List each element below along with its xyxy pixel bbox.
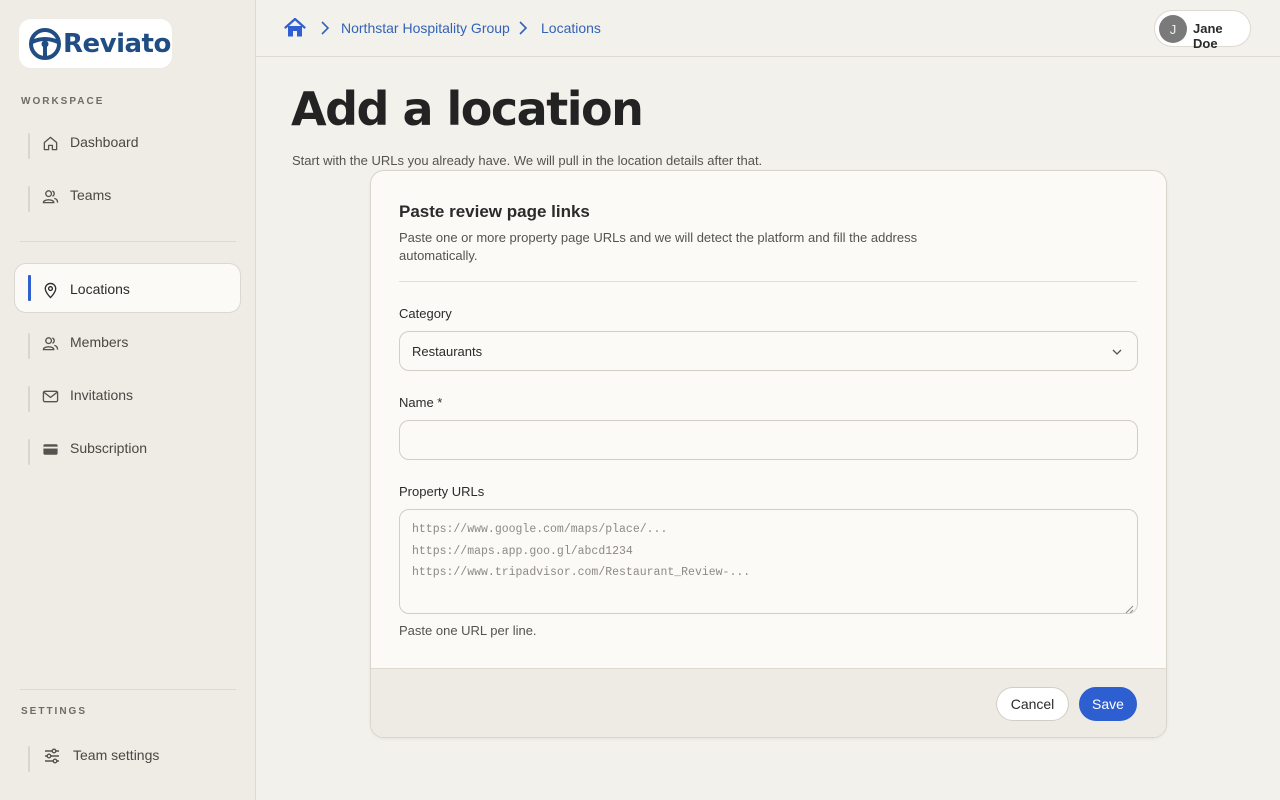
sidebar-item-subscription[interactable]: Subscription xyxy=(14,422,241,472)
sidebar-item-team-settings[interactable]: Team settings xyxy=(14,729,241,779)
nav-indicator xyxy=(28,333,30,359)
users-icon xyxy=(41,334,59,352)
sidebar-item-dashboard[interactable]: Dashboard xyxy=(14,116,241,166)
nav-indicator xyxy=(28,133,30,159)
category-value: Restaurants xyxy=(412,344,483,359)
sidebar-item-label: Dashboard xyxy=(70,134,139,150)
category-label: Category xyxy=(399,306,452,321)
chevron-right-icon xyxy=(318,20,332,36)
page-subtitle: Start with the URLs you already have. We… xyxy=(292,153,763,168)
nav-indicator xyxy=(28,439,30,465)
home-icon[interactable] xyxy=(284,17,306,39)
users-icon xyxy=(41,187,59,205)
sidebar-item-label: Subscription xyxy=(70,440,148,456)
sidebar-item-label: Members xyxy=(70,334,129,350)
name-input[interactable] xyxy=(399,420,1138,460)
credit-card-icon xyxy=(41,440,59,458)
avatar: J xyxy=(1159,15,1187,43)
sidebar-item-label: Invitations xyxy=(70,387,134,403)
brand-logo[interactable]: Reviato xyxy=(19,19,172,68)
category-select[interactable]: Restaurants xyxy=(399,331,1138,371)
brand-name: Reviato xyxy=(63,28,171,59)
sidebar-item-label: Teams xyxy=(70,187,112,203)
user-name: Jane Doe xyxy=(1193,21,1223,51)
user-menu[interactable]: J Jane Doe xyxy=(1154,10,1251,51)
property-urls-hint: Paste one URL per line. xyxy=(399,623,537,638)
placeholder-line: https://maps.app.goo.gl/abcd1234 xyxy=(412,544,633,558)
map-pin-icon xyxy=(41,281,59,299)
add-location-form: Paste review page links Paste one or mor… xyxy=(370,170,1167,738)
nav-indicator xyxy=(28,275,31,301)
page-title: Add a location xyxy=(291,82,644,136)
mail-icon xyxy=(41,387,59,405)
name-label: Name * xyxy=(399,395,443,410)
sidebar-item-invitations[interactable]: Invitations xyxy=(14,369,241,419)
nav-indicator xyxy=(28,746,30,772)
breadcrumb-organization[interactable]: Northstar Hospitality Group xyxy=(341,20,510,36)
save-button[interactable]: Save xyxy=(1079,687,1137,721)
home-icon xyxy=(41,134,59,152)
sidebar-divider xyxy=(20,241,236,242)
sidebar-divider xyxy=(20,689,236,690)
form-title: Paste review page links xyxy=(399,202,590,221)
property-urls-textarea[interactable]: https://www.google.com/maps/place/... ht… xyxy=(399,509,1138,614)
sidebar-item-locations[interactable]: Locations xyxy=(14,263,241,313)
sliders-icon xyxy=(43,747,61,765)
chevron-down-icon xyxy=(1111,345,1123,357)
settings-section-label: SETTINGS xyxy=(21,706,88,717)
property-urls-label: Property URLs xyxy=(399,484,485,499)
breadcrumb-locations[interactable]: Locations xyxy=(541,20,601,36)
top-bar: Northstar Hospitality Group Locations J … xyxy=(256,0,1280,57)
sidebar: Reviato WORKSPACE Dashboard Teams Locati… xyxy=(0,0,256,800)
sidebar-item-teams[interactable]: Teams xyxy=(14,169,241,219)
sidebar-item-label: Locations xyxy=(70,281,130,297)
nav-indicator xyxy=(28,186,30,212)
steering-wheel-icon xyxy=(29,27,61,60)
form-divider xyxy=(399,281,1137,282)
cancel-button[interactable]: Cancel xyxy=(996,687,1069,721)
sidebar-item-label: Team settings xyxy=(73,747,160,763)
form-footer: Cancel Save xyxy=(371,668,1166,737)
chevron-right-icon xyxy=(516,20,530,36)
sidebar-item-members[interactable]: Members xyxy=(14,316,241,366)
resize-handle-icon[interactable] xyxy=(1125,601,1134,614)
form-description: Paste one or more property page URLs and… xyxy=(399,230,918,263)
workspace-section-label: WORKSPACE xyxy=(21,96,105,107)
placeholder-line: https://www.google.com/maps/place/... xyxy=(412,523,668,536)
placeholder-line: https://www.tripadvisor.com/Restaurant_R… xyxy=(412,566,751,579)
nav-indicator xyxy=(28,386,30,412)
